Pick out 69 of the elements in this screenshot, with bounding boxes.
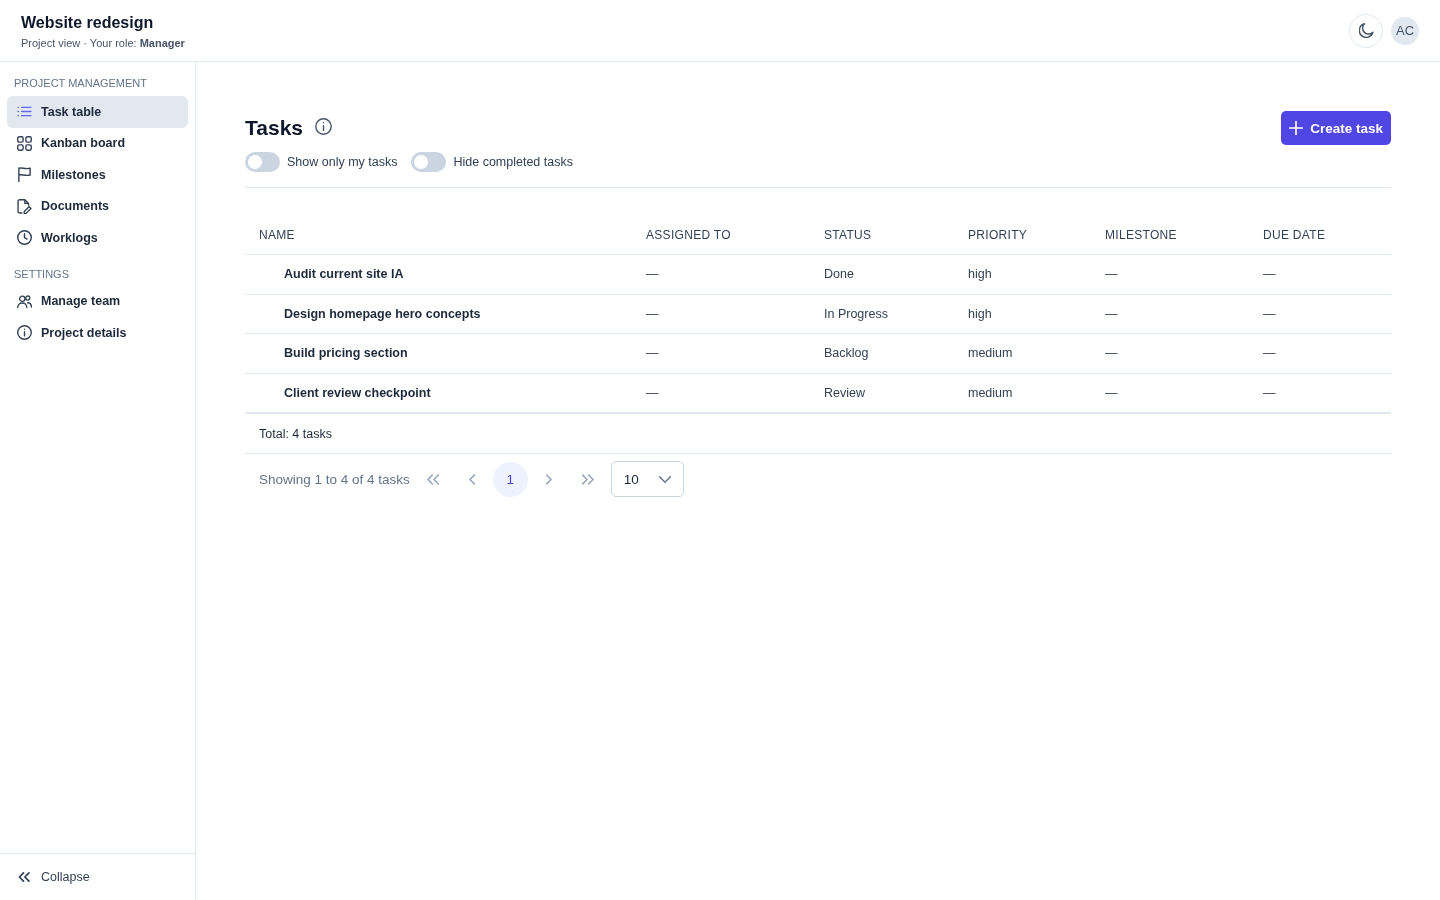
table-cell: Backlog	[810, 333, 954, 373]
sidebar-item[interactable]: Task table	[7, 96, 188, 128]
column-header: ASSIGNED TO	[632, 215, 810, 255]
table-cell: medium	[954, 373, 1091, 413]
page-title: Tasks	[245, 115, 303, 141]
table-cell: —	[632, 333, 810, 373]
sidebar-section-heading: PROJECT MANAGEMENT	[13, 76, 148, 90]
sidebar-item[interactable]: Milestones	[7, 159, 188, 191]
table-cell: In Progress	[810, 294, 954, 334]
double-chevron-left-icon	[18, 872, 30, 882]
table-cell: —	[1091, 254, 1249, 294]
table-cell: —	[1091, 294, 1249, 334]
toggle-label: Show only my tasks	[287, 155, 398, 169]
toggle-switch[interactable]	[411, 152, 447, 172]
table-cell: —	[632, 254, 810, 294]
table-cell: Audit current site IA	[245, 254, 632, 294]
double-chevron-right-icon	[581, 473, 594, 485]
page-size-select[interactable]: 10	[610, 461, 684, 497]
create-task-button[interactable]: Create task	[1281, 111, 1391, 145]
sidebar-item[interactable]: Project details	[7, 317, 188, 349]
page-number-button[interactable]: 1	[492, 461, 528, 497]
sidebar-item[interactable]: Manage team	[7, 285, 188, 317]
pagination-summary: Showing 1 to 4 of 4 tasks	[259, 471, 410, 487]
project-subtitle: Project view · Your role: Manager	[21, 36, 185, 50]
table-cell: Review	[810, 373, 954, 413]
table-cell: —	[1249, 254, 1391, 294]
table-cell: —	[1249, 294, 1391, 334]
table-cell: Client review checkpoint	[245, 373, 632, 413]
table-cell: high	[954, 254, 1091, 294]
clock-icon	[17, 230, 32, 246]
chevron-left-icon	[468, 473, 475, 485]
grid-icon	[17, 135, 32, 151]
column-header: STATUS	[810, 215, 954, 255]
chevron-right-icon	[545, 473, 552, 485]
moon-icon	[1358, 23, 1374, 38]
column-header: DUE DATE	[1249, 215, 1391, 255]
table-total: Total: 4 tasks	[259, 426, 332, 441]
table-cell: —	[632, 373, 810, 413]
info-icon	[17, 325, 32, 341]
sidebar-section-heading: SETTINGS	[13, 266, 69, 281]
collapse-button[interactable]: Collapse	[18, 870, 90, 884]
plus-icon	[1289, 121, 1304, 135]
user-avatar[interactable]: AC	[1391, 16, 1419, 45]
project-title: Website redesign	[21, 13, 154, 33]
table-cell: —	[1249, 333, 1391, 373]
table-cell: Design homepage hero concepts	[245, 294, 632, 334]
theme-toggle-button[interactable]	[1349, 13, 1383, 48]
table-cell: —	[1091, 333, 1249, 373]
table-cell: high	[954, 294, 1091, 334]
double-chevron-left-icon	[426, 473, 439, 485]
table-cell: —	[1249, 373, 1391, 413]
table-cell: Done	[810, 254, 954, 294]
sidebar-item[interactable]: Documents	[7, 190, 188, 222]
document-pen-icon	[17, 198, 32, 214]
column-header: PRIORITY	[954, 215, 1091, 255]
people-icon	[17, 293, 32, 309]
table-cell: Build pricing section	[245, 333, 632, 373]
toggle-switch[interactable]	[245, 152, 280, 172]
toggle-label: Hide completed tasks	[453, 155, 573, 169]
table-cell: medium	[954, 333, 1091, 373]
flag-icon	[17, 167, 32, 183]
table-cell: —	[632, 294, 810, 334]
table-cell: —	[1091, 373, 1249, 413]
info-icon[interactable]	[315, 117, 332, 135]
chevron-down-icon	[658, 475, 671, 483]
column-header: MILESTONE	[1091, 215, 1249, 255]
column-header: NAME	[245, 215, 632, 255]
sidebar-item[interactable]: Worklogs	[7, 222, 188, 254]
sidebar-item[interactable]: Kanban board	[7, 127, 188, 159]
